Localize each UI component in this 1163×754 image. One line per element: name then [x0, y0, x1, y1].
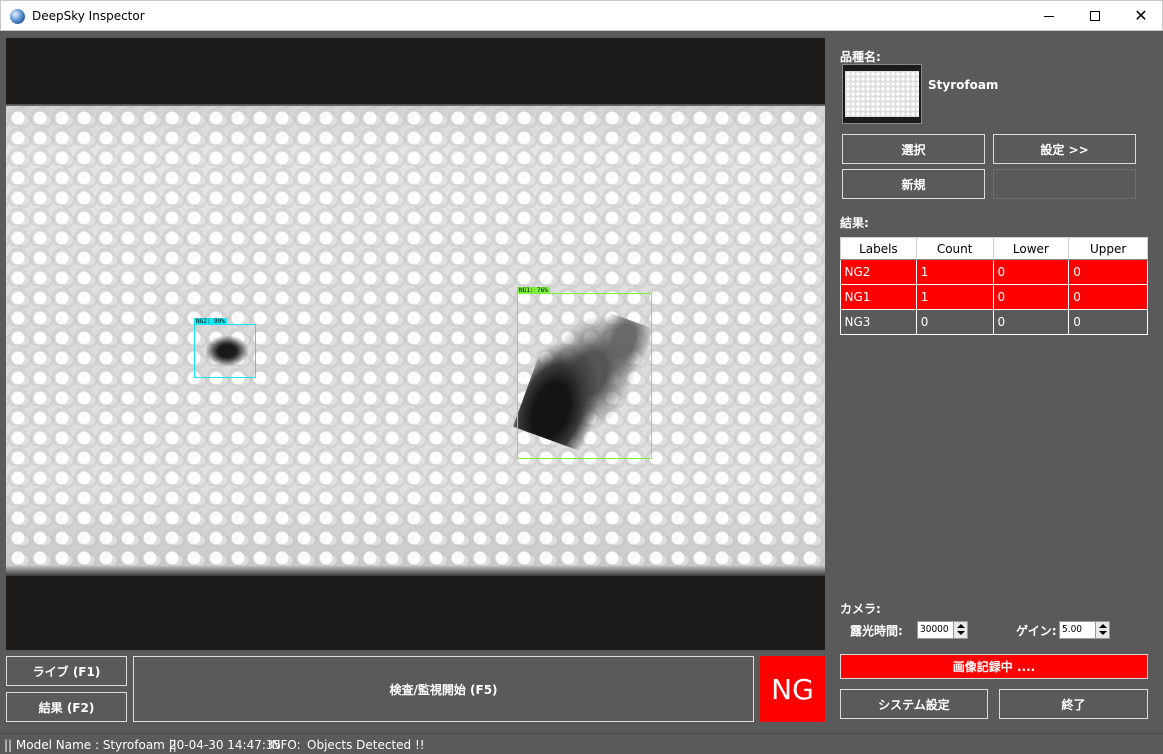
- column-header-labels[interactable]: Labels: [840, 237, 917, 260]
- arrow-down-icon[interactable]: [1099, 631, 1107, 635]
- column-header-upper[interactable]: Upper: [1068, 237, 1148, 260]
- exposure-stepper[interactable]: 30000: [917, 621, 968, 639]
- result-button[interactable]: 結果 (F2): [6, 692, 127, 722]
- camera-image-view: NG2: 99% NG1: 76%: [6, 38, 825, 650]
- camera-label: カメラ:: [840, 602, 881, 616]
- cell-count: 0: [916, 309, 994, 335]
- cell-lower: 0: [993, 259, 1070, 285]
- window-title: DeepSky Inspector: [32, 9, 145, 23]
- cell-lower: 0: [993, 284, 1070, 310]
- cell-upper: 0: [1068, 309, 1148, 335]
- title-bar: DeepSky Inspector ✕: [0, 0, 1163, 31]
- status-timestamp: 20-04-30 14:47:35: [169, 738, 282, 752]
- close-icon: ✕: [1134, 6, 1148, 25]
- product-type-label: 品種名:: [840, 50, 881, 64]
- empty-button-slot: [993, 169, 1136, 199]
- cell-label: NG2: [840, 259, 917, 285]
- exposure-stepper-arrows[interactable]: [953, 622, 967, 638]
- live-button[interactable]: ライブ (F1): [6, 656, 127, 686]
- select-product-button[interactable]: 選択: [842, 134, 985, 164]
- close-button[interactable]: ✕: [1118, 1, 1163, 31]
- app-globe-icon: [10, 9, 25, 24]
- exposure-label: 露光時間:: [850, 624, 903, 638]
- maximize-icon: [1090, 11, 1100, 21]
- exposure-value[interactable]: 30000: [920, 624, 949, 635]
- verdict-indicator: NG: [760, 656, 825, 722]
- minimize-icon: [1044, 15, 1054, 17]
- table-row[interactable]: NG1 1 0 0: [840, 284, 1148, 310]
- arrow-up-icon[interactable]: [1099, 624, 1107, 628]
- cell-count: 1: [916, 259, 994, 285]
- new-product-button[interactable]: 新規: [842, 169, 985, 199]
- gain-stepper[interactable]: 5.00: [1059, 621, 1110, 639]
- minimize-button[interactable]: [1026, 1, 1072, 31]
- gain-stepper-arrows[interactable]: [1095, 622, 1109, 638]
- detection-label-ng2: NG2: 99%: [194, 318, 227, 325]
- product-thumbnail-image: [845, 71, 919, 117]
- cell-upper: 0: [1068, 284, 1148, 310]
- status-bar: || Model Name : Styrofoam || 20-04-30 14…: [0, 733, 1163, 754]
- detection-box-ng2: NG2: 99%: [194, 318, 256, 378]
- status-message: Objects Detected !!: [307, 738, 425, 752]
- table-row[interactable]: NG2 1 0 0: [840, 259, 1148, 285]
- start-inspection-button[interactable]: 検査/監視開始 (F5): [133, 656, 754, 722]
- cell-label: NG3: [840, 309, 917, 335]
- detection-box-ng1: NG1: 76%: [517, 287, 652, 459]
- gain-value[interactable]: 5.00: [1062, 624, 1082, 635]
- styrofoam-surface: [6, 106, 825, 574]
- cell-count: 1: [916, 284, 994, 310]
- results-label: 結果:: [840, 216, 869, 230]
- product-thumbnail: [842, 64, 922, 124]
- results-table: Labels Count Lower Upper NG2 1 0 0 NG1 1…: [840, 237, 1148, 335]
- foam-bottom-edge: [6, 566, 825, 576]
- exit-button[interactable]: 終了: [999, 689, 1148, 719]
- table-header-row: Labels Count Lower Upper: [840, 237, 1148, 260]
- cell-label: NG1: [840, 284, 917, 310]
- status-model-name: || Model Name : Styrofoam ||: [4, 738, 177, 752]
- table-row[interactable]: NG3 0 0 0: [840, 309, 1148, 335]
- gain-label: ゲイン:: [1016, 624, 1057, 638]
- product-settings-button[interactable]: 設定 >>: [993, 134, 1136, 164]
- column-header-lower[interactable]: Lower: [992, 237, 1070, 260]
- column-header-count[interactable]: Count: [915, 237, 994, 260]
- recording-indicator: 画像記録中 ....: [840, 654, 1148, 679]
- product-name: Styrofoam: [928, 78, 999, 92]
- system-settings-button[interactable]: システム設定: [840, 689, 988, 719]
- arrow-up-icon[interactable]: [957, 624, 965, 628]
- cell-lower: 0: [993, 309, 1070, 335]
- cell-upper: 0: [1068, 259, 1148, 285]
- detection-label-ng1: NG1: 76%: [517, 287, 550, 294]
- status-info-label: INFO:: [268, 738, 301, 752]
- maximize-button[interactable]: [1072, 1, 1118, 31]
- arrow-down-icon[interactable]: [957, 631, 965, 635]
